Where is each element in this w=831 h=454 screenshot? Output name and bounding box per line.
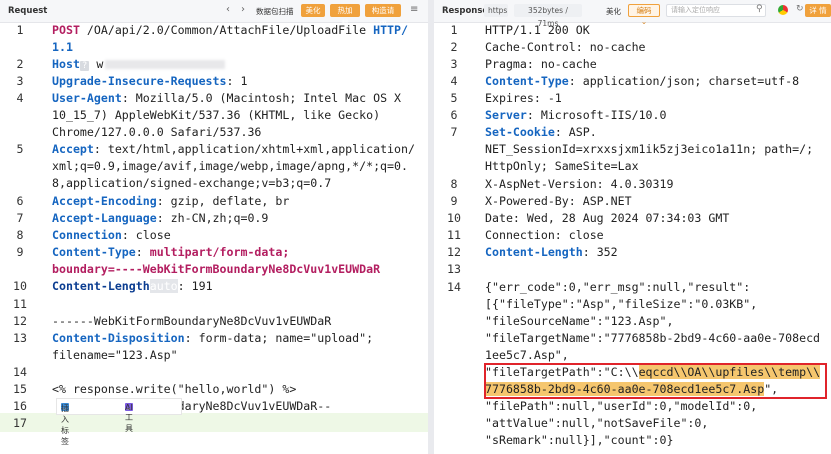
line-number: 8	[16, 228, 24, 242]
line-number: 14	[13, 365, 27, 379]
line-number: 16	[13, 399, 27, 413]
line-number: 10	[13, 279, 27, 293]
line-number: 3	[450, 57, 458, 71]
body-line-cont: filename="123.Asp"	[52, 348, 178, 362]
packet-scan-label[interactable]: 数据包扫描	[256, 6, 294, 17]
line-number: 1	[450, 23, 458, 37]
stats-badge: 352bytes / 71ms	[514, 4, 582, 28]
line-number: 17	[13, 416, 27, 430]
header-line: Content-Lengthauto: 191	[52, 279, 213, 293]
line-number: 4	[16, 91, 24, 105]
line-number: 12	[447, 245, 461, 259]
json-body-line: "sRemark":null}],"count":0}	[485, 433, 674, 447]
json-body-line: "fileSourceName":"123.Asp",	[485, 314, 674, 328]
header-line: Content-Type: multipart/form-data;	[52, 245, 290, 259]
json-body-line: [{"fileType":"Asp","fileSize":"0.03KB",	[485, 297, 758, 311]
payload-line: <% response.write("hello,world") %>	[52, 382, 297, 396]
line-number: 2	[16, 57, 24, 71]
encoding-select[interactable]: 编码 ⌄	[628, 4, 660, 26]
header-line: Accept: text/html,application/xhtml+xml,…	[52, 142, 415, 156]
search-icon[interactable]: ⚲	[756, 4, 763, 14]
hot-load-button[interactable]: 热加载	[330, 4, 360, 28]
status-line: HTTP/1.1 200 OK	[485, 23, 590, 37]
line-number: 13	[447, 262, 461, 276]
json-body-line: "attValue":null,"notSaveFile":0,	[485, 416, 709, 430]
line-number: 15	[13, 382, 27, 396]
request-line: POST /OA/api/2.0/Common/AttachFile/Uploa…	[52, 23, 408, 37]
header-line: Accept-Language: zh-CN,zh;q=0.9	[52, 211, 269, 225]
line-number: 3	[16, 74, 24, 88]
next-arrow-icon[interactable]: ›	[241, 4, 245, 16]
beautify-button[interactable]: 美化	[301, 4, 325, 17]
header-line-cont: 8,application/signed-exchange;v=b3;q=0.7	[52, 176, 332, 190]
header-line: Content-Type: application/json; charset=…	[485, 74, 800, 88]
hamburger-icon[interactable]: ≡	[410, 4, 418, 15]
redacted-host	[105, 60, 226, 69]
header-line-cont: HttpOnly; SameSite=Lax	[485, 159, 639, 173]
details-button[interactable]: 详 情	[805, 4, 831, 17]
line-number: 12	[13, 314, 27, 328]
header-line-cont: NET_SessionId=xrxxsjxm1ik5zj3eico1a11n; …	[485, 142, 814, 156]
scheme-badge: https	[484, 4, 508, 17]
header-line: Set-Cookie: ASP.	[485, 125, 597, 139]
header-line: Cache-Control: no-cache	[485, 40, 646, 54]
header-line-cont: xml;q=0.9,image/avif,image/webp,image/ap…	[52, 159, 408, 173]
header-line-cont: 10_15_7) AppleWebKit/537.36 (KHTML, like…	[52, 108, 381, 122]
header-line: Pragma: no-cache	[485, 57, 597, 71]
line-number: 7	[450, 125, 458, 139]
line-number: 9	[16, 245, 24, 259]
header-line: Expires: -1	[485, 91, 562, 105]
line-number: 2	[450, 40, 458, 54]
line-number: 6	[16, 194, 24, 208]
json-body-line: {"err_code":0,"err_msg":null,"result":	[485, 280, 751, 294]
body-line: ------WebKitFormBoundaryNe8DcVuv1vEUWDaR	[52, 314, 332, 328]
build-request-button[interactable]: 构造请求	[365, 4, 401, 28]
line-number: 14	[447, 280, 461, 294]
line-number: 11	[447, 228, 461, 242]
header-line: Date: Wed, 28 Aug 2024 07:34:03 GMT	[485, 211, 730, 225]
line-number: 8	[450, 177, 458, 191]
request-line-cont: 1.1	[52, 40, 73, 54]
json-body-line: "fileTargetName":"7776858b-2bd9-4c60-aa0…	[485, 331, 821, 345]
json-body-line: 1ee5c7.Asp",	[485, 348, 569, 362]
line-number: 5	[16, 142, 24, 156]
line-number: 11	[13, 297, 27, 311]
line-number: 9	[450, 194, 458, 208]
header-line: Connection: close	[52, 228, 171, 242]
header-line: Connection: close	[485, 228, 604, 242]
request-pane: Request ‹ › 数据包扫描 美化 热加载 构造请求 ≡ 1 POST /…	[0, 0, 428, 454]
line-number: 6	[450, 108, 458, 122]
body-line: Content-Disposition: form-data; name="up…	[52, 331, 374, 345]
editor-context-popup: 插入标签 ⌄ AI工具 ⌄	[56, 398, 182, 446]
response-search-input[interactable]: 请输入定位响应	[666, 4, 766, 17]
request-title: Request	[8, 6, 48, 16]
header-line-cont: Chrome/127.0.0.0 Safari/537.36	[52, 125, 262, 139]
request-header: Request ‹ › 数据包扫描 美化 热加载 构造请求 ≡	[0, 0, 428, 28]
help-badge-icon: ?	[79, 61, 90, 71]
header-line: User-Agent: Mozilla/5.0 (Macintosh; Inte…	[52, 91, 402, 105]
header-line: X-Powered-By: ASP.NET	[485, 194, 632, 208]
line-number: 7	[16, 211, 24, 225]
line-number: 1	[16, 23, 24, 37]
line-number: 5	[450, 91, 458, 105]
boundary-line: boundary=----WebKitFormBoundaryNe8DcVuv1…	[52, 262, 381, 276]
json-body-line: "filePath":null,"userId":0,"modelId":0,	[485, 399, 758, 413]
header-line: Content-Length: 352	[485, 245, 618, 259]
refresh-icon[interactable]: ↻	[796, 4, 804, 14]
annotation-red-box	[484, 363, 827, 399]
prev-arrow-icon[interactable]: ‹	[226, 4, 230, 16]
header-line: Accept-Encoding: gzip, deflate, br	[52, 194, 290, 208]
header-line: Server: Microsoft-IIS/10.0	[485, 108, 667, 122]
auto-badge: auto	[149, 279, 178, 293]
response-pane: Responses https 352bytes / 71ms 美化 编码 ⌄ …	[434, 0, 831, 454]
line-number: 10	[447, 211, 461, 225]
chrome-icon[interactable]	[778, 5, 788, 15]
header-line: Upgrade-Insecure-Requests: 1	[52, 74, 248, 88]
header-line: X-AspNet-Version: 4.0.30319	[485, 177, 674, 191]
line-number: 4	[450, 74, 458, 88]
beautify-toggle[interactable]: 美化	[606, 6, 621, 17]
response-header: Responses https 352bytes / 71ms 美化 编码 ⌄ …	[434, 0, 831, 28]
line-number: 13	[13, 331, 27, 345]
